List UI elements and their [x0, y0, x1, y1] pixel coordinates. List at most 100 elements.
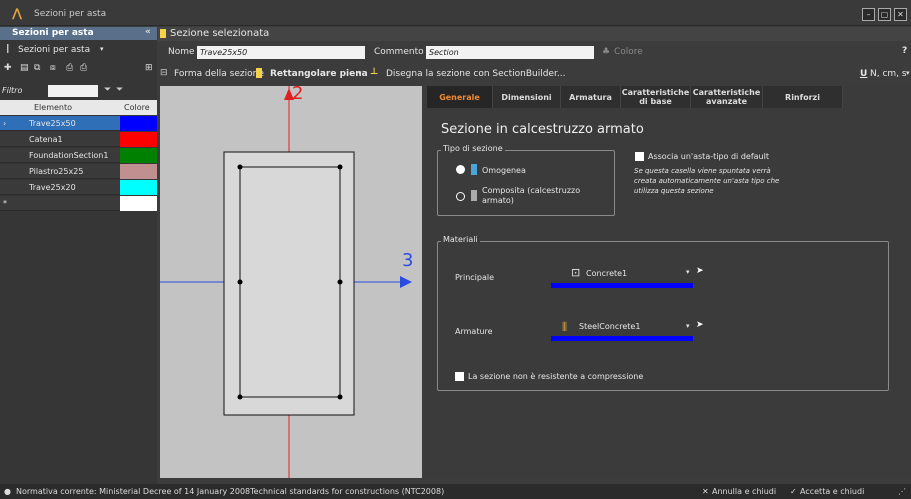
name-field[interactable]: Trave25x50 [197, 46, 365, 59]
paste-icon[interactable]: ⧈ [50, 63, 56, 73]
shape-dropdown[interactable]: Rettangolare piena [270, 69, 368, 79]
grid-header: Elemento Colore [0, 100, 157, 115]
builder-icon: ⊥ [370, 67, 379, 77]
assoc-checkbox[interactable] [635, 152, 644, 161]
sections-dropdown[interactable]: Sezioni per asta [18, 45, 90, 55]
rebar-dropdown-icon[interactable]: ▾ [686, 322, 690, 330]
units-icon: U [860, 69, 868, 79]
concrete-icon: ⊡ [571, 266, 581, 279]
minimize-button[interactable]: – [862, 8, 875, 21]
section-color-swatch[interactable] [120, 132, 157, 147]
section-name: FoundationSection1 [29, 151, 109, 160]
steel-icon: ⫴ [562, 320, 568, 334]
filter-input[interactable] [48, 85, 98, 97]
radio-composite[interactable] [456, 192, 465, 201]
status-text: Normativa corrente: Ministerial Decree o… [16, 487, 445, 496]
section-color-swatch[interactable] [120, 148, 157, 163]
print-preview-icon[interactable]: ⎙ [80, 63, 87, 73]
filter-icon[interactable]: ⏷ [104, 85, 111, 95]
selected-section-header: Sezione selezionata [158, 27, 911, 41]
assoc-note: Se questa casella viene spuntata verrà c… [634, 167, 780, 195]
tools-row: ✚ ▤ ⧉ ⧈ ⎙ ⎙ ⊞ [0, 62, 157, 78]
col-element[interactable]: Elemento [34, 100, 72, 115]
tab-1[interactable]: Dimensioni [493, 86, 561, 108]
shape-row: ⊟ Forma della sezione Rettangolare piena… [158, 66, 911, 82]
rebar-pick-icon[interactable]: ➤ [696, 320, 704, 330]
collapse-icon[interactable]: « [145, 27, 151, 37]
section-name: Catena1 [29, 135, 63, 144]
app-logo-icon: ⋀ [12, 6, 23, 20]
principal-color-bar [551, 283, 693, 288]
name-row: Nome Trave25x50 Commento Section ♣ Color… [158, 45, 911, 61]
resize-grip-icon[interactable]: ⋰ [898, 484, 906, 499]
comment-label: Commento [374, 47, 424, 57]
compression-checkbox[interactable] [455, 372, 464, 381]
cancel-icon: ✕ [702, 487, 709, 496]
assoc-label: Associa un'asta-tipo di default [648, 152, 769, 161]
materials-label: Materiali [441, 235, 480, 244]
section-type-group [437, 150, 615, 216]
list-icon[interactable]: ▤ [20, 63, 29, 73]
section-builder-button[interactable]: Disegna la sezione con SectionBuilder... [386, 69, 565, 79]
shape-label: Forma della sezione [174, 69, 264, 79]
comment-field[interactable]: Section [426, 46, 594, 59]
section-color-swatch[interactable] [120, 180, 157, 195]
clear-filter-icon[interactable]: ⏷ [116, 85, 123, 95]
section-color-swatch[interactable] [120, 164, 157, 179]
chevron-down-icon: ▾ [906, 69, 910, 77]
row-indicator [0, 132, 10, 147]
list-item[interactable]: Trave25x20 [0, 180, 157, 195]
homogeneous-label: Omogenea [482, 166, 526, 175]
rebar-label: Armature [455, 327, 493, 336]
add-section-icon[interactable]: ✚ [4, 63, 12, 73]
list-item[interactable]: Pilastro25x25 [0, 164, 157, 179]
tab-5[interactable]: Rinforzi [763, 86, 843, 108]
title-bar: ⋀ Sezioni per asta – ▢ ✕ [0, 0, 911, 26]
list-item[interactable]: Catena1 [0, 132, 157, 147]
materials-group [437, 241, 889, 391]
cancel-button[interactable]: Annulla e chiudi [712, 484, 776, 499]
principal-material[interactable]: Concrete1 [586, 269, 627, 278]
section-canvas[interactable]: 2 3 [160, 83, 422, 478]
units-dropdown[interactable]: N, cm, s [870, 69, 907, 79]
rebar [337, 279, 343, 285]
help-icon[interactable]: ? [902, 46, 907, 56]
axis-2-label: 2 [292, 83, 304, 104]
rebar [237, 394, 243, 400]
section-color-swatch[interactable] [120, 196, 157, 211]
color-picker-icon[interactable]: ♣ [602, 47, 610, 57]
concrete-section [223, 151, 355, 416]
rebar [237, 164, 243, 170]
filter-label: Filtro [2, 86, 23, 95]
col-color[interactable]: Colore [124, 100, 150, 115]
sections-toolbar: I Sezioni per asta ▾ [0, 42, 157, 58]
rebar-material[interactable]: SteelConcrete1 [579, 322, 640, 331]
axis-3-label: 3 [402, 250, 414, 271]
print-icon[interactable]: ⎙ [66, 63, 73, 73]
sections-panel-header: Sezioni per asta « [0, 27, 157, 40]
axis-3-arrow [400, 276, 412, 288]
chevron-down-icon: ▾ [358, 69, 362, 77]
grid-icon[interactable]: ⊞ [145, 63, 153, 73]
section-header-icon [160, 29, 166, 38]
principal-dropdown-icon[interactable]: ▾ [686, 268, 690, 276]
principal-pick-icon[interactable]: ➤ [696, 266, 704, 276]
list-item[interactable]: › Trave25x50 [0, 116, 157, 131]
color-label[interactable]: Colore [614, 47, 643, 57]
close-button[interactable]: ✕ [894, 8, 907, 21]
section-type-label: Tipo di sezione [441, 144, 505, 153]
list-item[interactable]: FoundationSection1 [0, 148, 157, 163]
section-color-swatch[interactable] [120, 116, 157, 131]
tab-4[interactable]: Caratteristiche avanzate [691, 86, 763, 108]
tab-3[interactable]: Caratteristiche di base [621, 86, 691, 108]
section-name: Pilastro25x25 [29, 167, 84, 176]
accept-button[interactable]: Accetta e chiudi [800, 484, 864, 499]
chevron-down-icon: ▾ [100, 45, 104, 53]
maximize-button[interactable]: ▢ [878, 8, 891, 21]
copy-icon[interactable]: ⧉ [34, 63, 40, 73]
section-name: Trave25x20 [29, 183, 76, 192]
new-row[interactable]: * [0, 196, 157, 211]
tab-2[interactable]: Armatura [561, 86, 621, 108]
tab-0[interactable]: Generale [427, 86, 493, 108]
radio-homogeneous[interactable] [456, 165, 465, 174]
